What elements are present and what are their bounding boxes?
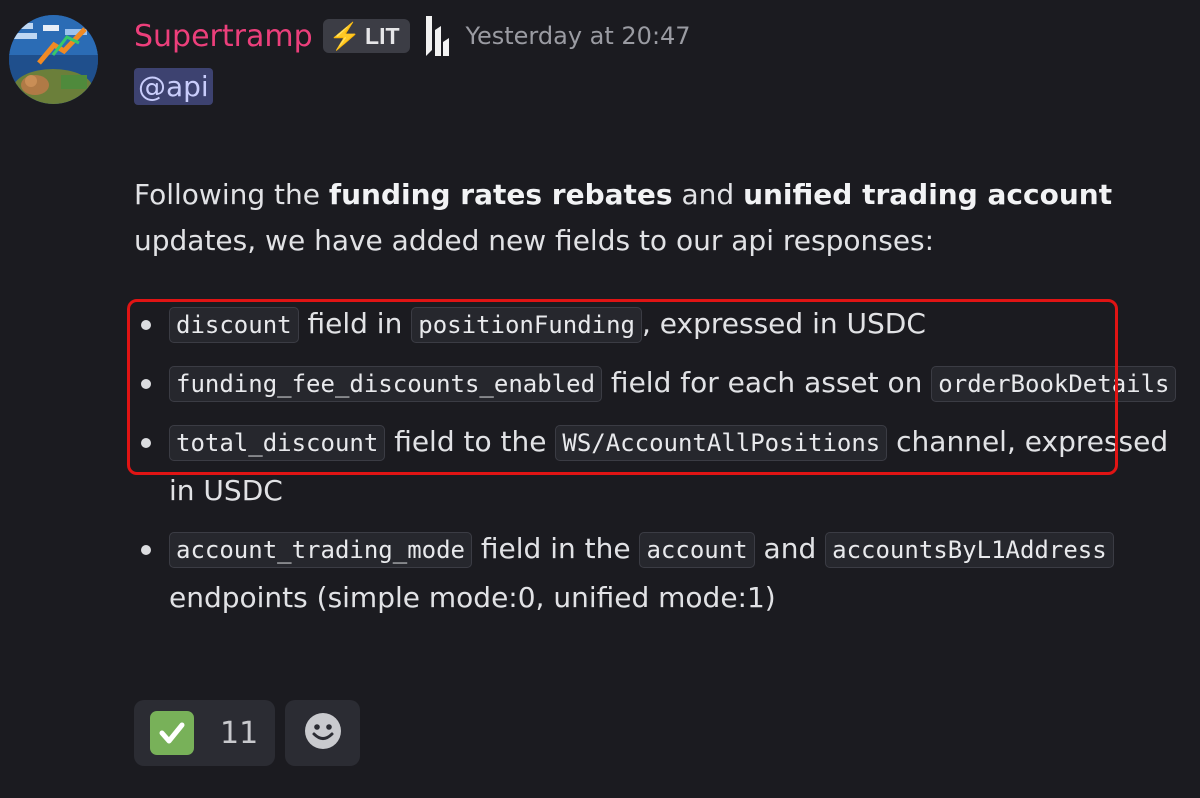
inline-code: orderBookDetails — [931, 366, 1177, 402]
guild-tag-label: LIT — [365, 22, 400, 49]
intro-bold-2: unified trading account — [743, 178, 1113, 211]
message-header: Supertramp ⚡ LIT Yesterday at 20:47 — [134, 10, 1189, 62]
reaction-check[interactable]: 11 — [134, 700, 275, 766]
mention[interactable]: @api — [134, 68, 213, 105]
inline-code: accountsByL1Address — [825, 532, 1114, 568]
inline-code: total_discount — [169, 425, 386, 461]
add-reaction-button[interactable] — [285, 700, 360, 766]
avatar[interactable] — [9, 15, 98, 104]
guild-tag[interactable]: ⚡ LIT — [322, 19, 410, 53]
intro-bold-1: funding rates rebates — [328, 178, 673, 211]
reaction-bar: 11 — [134, 700, 360, 766]
list-text: , expressed in USDC — [642, 307, 926, 340]
brand-logo-icon[interactable] — [424, 16, 450, 56]
list-text: field in — [298, 307, 412, 340]
intro-text-2: and — [672, 178, 744, 211]
username[interactable]: Supertramp — [134, 19, 313, 54]
check-mark-icon — [150, 711, 194, 755]
timestamp: Yesterday at 20:47 — [465, 22, 691, 50]
message-intro: Following the funding rates rebates and … — [134, 172, 1189, 264]
inline-code: account — [639, 532, 755, 568]
intro-text-3: updates, we have added new fields to our… — [134, 224, 935, 257]
list-text: field in the — [471, 532, 640, 565]
lightning-icon: ⚡ — [328, 20, 362, 51]
reaction-count: 11 — [220, 715, 259, 751]
list-text: field for each asset on — [602, 366, 932, 399]
intro-text-1: Following the — [134, 178, 329, 211]
field-list: discount field in positionFunding, expre… — [134, 300, 1189, 622]
list-text: field to the — [385, 425, 556, 458]
inline-code: funding_fee_discounts_enabled — [169, 366, 603, 402]
list-item: funding_fee_discounts_enabled field for … — [134, 359, 1189, 408]
inline-code: discount — [169, 307, 299, 343]
smiley-icon — [304, 712, 342, 754]
inline-code: account_trading_mode — [169, 532, 472, 568]
inline-code: positionFunding — [411, 307, 642, 343]
inline-code: WS/AccountAllPositions — [555, 425, 888, 461]
list-item: discount field in positionFunding, expre… — [134, 300, 1189, 349]
message: Supertramp ⚡ LIT Yesterday at 20:47 @api… — [134, 10, 1189, 632]
list-item: account_trading_mode field in the accoun… — [134, 525, 1189, 622]
list-text: endpoints (simple mode:0, unified mode:1… — [169, 581, 776, 614]
list-item: total_discount field to the WS/AccountAl… — [134, 418, 1189, 515]
list-text: and — [754, 532, 826, 565]
